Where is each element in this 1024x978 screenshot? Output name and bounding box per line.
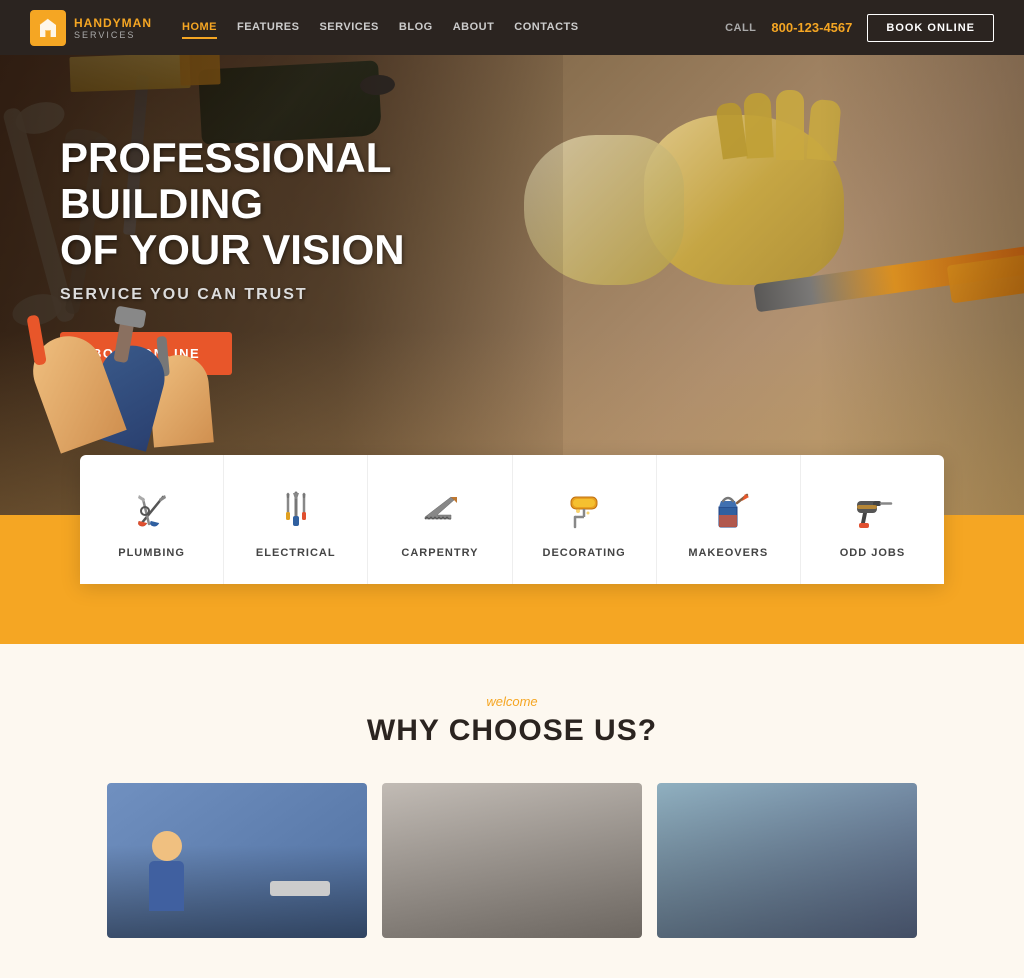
nav-about[interactable]: ABOUT xyxy=(453,17,495,39)
carpentry-icon xyxy=(415,485,465,535)
electrical-label: ELECTRICAL xyxy=(256,547,336,559)
navbar-right: CALL 800-123-4567 BOOK ONLINE xyxy=(725,14,994,42)
logo: HANDYMAN SERVICES xyxy=(30,10,152,46)
service-decorating[interactable]: DECORATING xyxy=(513,455,657,584)
why-card-3[interactable] xyxy=(657,783,917,938)
plumbing-icon xyxy=(127,485,177,535)
hands-illustration xyxy=(40,335,210,445)
nav-home[interactable]: HOME xyxy=(182,17,217,39)
service-electrical[interactable]: ELECTRICAL xyxy=(224,455,368,584)
nav-blog[interactable]: BLOG xyxy=(399,17,433,39)
service-carpentry[interactable]: CARPENTRY xyxy=(368,455,512,584)
navbar-left: HANDYMAN SERVICES HOME FEATURES SERVICES… xyxy=(30,10,579,46)
carpentry-label: CARPENTRY xyxy=(401,547,478,559)
decorating-icon xyxy=(559,485,609,535)
services-section: PLUMBING ELECT xyxy=(0,515,1024,644)
logo-tagline: SERVICES xyxy=(74,30,152,40)
why-card-1[interactable] xyxy=(107,783,367,938)
call-label: CALL xyxy=(725,22,756,34)
decorating-label: DECORATING xyxy=(543,547,626,559)
logo-icon xyxy=(30,10,66,46)
why-title: WHY CHOOSE US? xyxy=(60,714,964,748)
plumbing-label: PLUMBING xyxy=(118,547,185,559)
hero-section: PROFESSIONAL BUILDING OF YOUR VISION SER… xyxy=(0,55,1024,515)
why-card-2[interactable] xyxy=(382,783,642,938)
why-section: welcome WHY CHOOSE US? xyxy=(0,644,1024,978)
why-welcome: welcome xyxy=(60,694,964,709)
odd-jobs-label: ODD JOBS xyxy=(840,547,905,559)
book-online-nav-button[interactable]: BOOK ONLINE xyxy=(867,14,994,42)
odd-jobs-icon xyxy=(847,485,897,535)
logo-text: HANDYMAN SERVICES xyxy=(74,16,152,40)
hero-title: PROFESSIONAL BUILDING OF YOUR VISION xyxy=(60,135,520,274)
nav-services[interactable]: SERVICES xyxy=(319,17,378,39)
nav-contacts[interactable]: CONTACTS xyxy=(514,17,578,39)
nav-links: HOME FEATURES SERVICES BLOG ABOUT CONTAC… xyxy=(182,17,579,39)
service-plumbing[interactable]: PLUMBING xyxy=(80,455,224,584)
makeovers-icon xyxy=(703,485,753,535)
phone-number[interactable]: 800-123-4567 xyxy=(771,20,852,35)
electrical-icon xyxy=(271,485,321,535)
hero-subtitle: SERVICE YOU CAN TRUST xyxy=(60,286,520,304)
services-strip: PLUMBING ELECT xyxy=(80,455,944,584)
nav-features[interactable]: FEATURES xyxy=(237,17,299,39)
why-cards xyxy=(60,783,964,938)
service-makeovers[interactable]: MAKEOVERS xyxy=(657,455,801,584)
makeovers-label: MAKEOVERS xyxy=(688,547,768,559)
service-odd-jobs[interactable]: ODD JOBS xyxy=(801,455,944,584)
logo-name: HANDYMAN xyxy=(74,16,152,30)
navbar: HANDYMAN SERVICES HOME FEATURES SERVICES… xyxy=(0,0,1024,55)
